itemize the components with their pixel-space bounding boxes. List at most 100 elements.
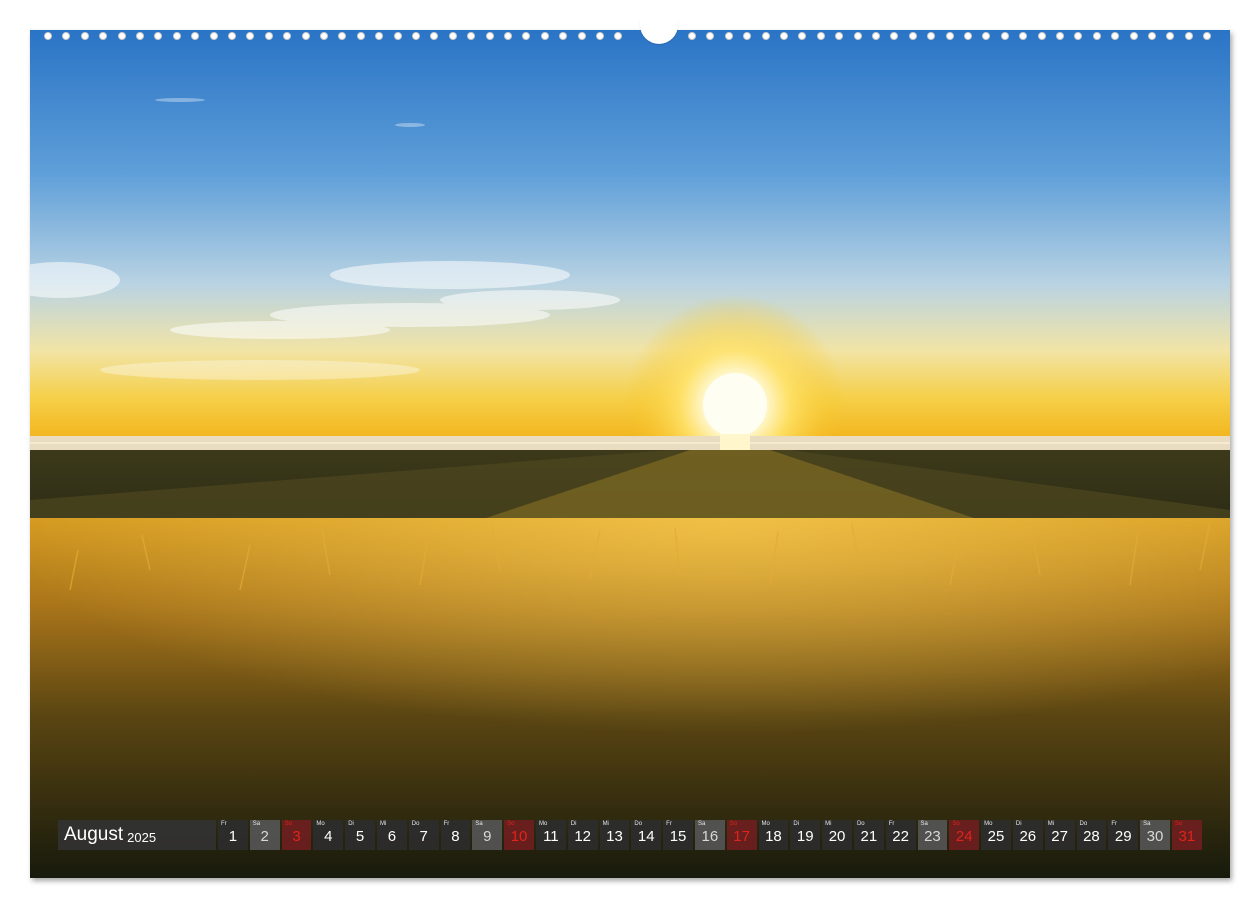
weekday-label: Fr: [888, 821, 895, 827]
binding-hole: [412, 32, 420, 40]
binding-hole: [393, 32, 402, 40]
binding-hole: [283, 32, 292, 40]
day-cell: So 10: [504, 820, 534, 850]
day-cell: Sa 16: [694, 820, 725, 850]
weekday-label: Mi: [379, 821, 387, 827]
binding-hole: [467, 32, 476, 40]
day-cell: So 24: [949, 820, 980, 850]
day-cell: Do 21: [853, 820, 884, 850]
weekday-label: Sa: [252, 821, 261, 827]
binding-hole: [1092, 32, 1101, 40]
day-cell: So 31: [1171, 820, 1202, 850]
month-label: August 2025: [58, 820, 216, 850]
spiral-binding: [30, 20, 1230, 46]
day-number: 11: [543, 828, 559, 845]
binding-hole: [706, 32, 715, 40]
binding-hole: [246, 32, 255, 40]
binding-hole: [117, 32, 126, 40]
day-number: 3: [292, 828, 301, 845]
day-number: 16: [701, 828, 719, 845]
day-number: 20: [828, 828, 846, 845]
weekday-label: Sa: [920, 821, 928, 827]
day-cell: Fr 15: [663, 820, 693, 850]
binding-hole: [798, 32, 807, 40]
binding-hole: [191, 32, 200, 40]
year: 2025: [127, 829, 157, 845]
day-number: 26: [1019, 828, 1037, 845]
binding-hole: [320, 32, 328, 40]
binding-hole: [908, 32, 917, 40]
day-number: 6: [387, 828, 397, 845]
binding-hole: [99, 32, 108, 40]
day-number: 12: [574, 828, 591, 845]
day-number: 17: [733, 828, 750, 845]
binding-hole: [1166, 32, 1175, 40]
day-number: 2: [260, 828, 269, 845]
binding-hole: [1019, 32, 1028, 40]
day-number: 14: [637, 828, 655, 845]
day-cell: Di 5: [345, 820, 375, 850]
weekday-label: Mo: [984, 821, 993, 827]
day-cell: Sa 9: [472, 820, 503, 850]
day-cell: Mo 11: [535, 820, 566, 850]
binding-hole: [780, 32, 788, 40]
day-number: 8: [451, 828, 460, 845]
binding-hole: [1148, 32, 1156, 40]
weekday-label: Fr: [666, 821, 672, 827]
weekday-label: Fr: [221, 821, 227, 827]
binding-hole: [356, 32, 365, 40]
weekday-label: Do: [856, 821, 865, 827]
binding-hole: [62, 32, 71, 40]
day-number: 18: [765, 828, 782, 845]
sunset-landscape-image: [30, 30, 1230, 878]
day-number: 27: [1051, 828, 1068, 845]
day-number: 28: [1083, 828, 1100, 845]
binding-hole: [688, 32, 696, 40]
day-number: 23: [924, 828, 941, 845]
weekday-label: Sa: [1143, 821, 1151, 827]
day-cell: Sa 2: [249, 820, 280, 850]
binding-hole: [154, 32, 163, 40]
day-cell: Fr 1: [218, 820, 248, 850]
day-cell: Mi 6: [376, 820, 407, 850]
binding-hole: [172, 32, 181, 40]
day-cell: Mi 20: [822, 820, 852, 850]
binding-hole: [816, 32, 825, 40]
day-cell: Sa 30: [1140, 820, 1170, 850]
day-number: 31: [1178, 828, 1196, 845]
binding-hole: [872, 32, 880, 40]
binding-hole: [375, 32, 384, 40]
day-number: 30: [1146, 828, 1164, 845]
binding-hole: [228, 32, 236, 40]
day-number: 10: [510, 828, 528, 845]
weekday-label: Mo: [538, 821, 548, 827]
day-number: 29: [1114, 828, 1132, 845]
calendar-photo: [30, 30, 1230, 878]
weekday-label: Mo: [761, 821, 770, 827]
binding-hole: [1129, 32, 1138, 40]
binding-hole: [209, 32, 218, 40]
day-cell: Di 12: [567, 820, 598, 850]
hanger-notch: [640, 20, 678, 44]
weekday-label: So: [952, 821, 960, 827]
day-cell: Do 7: [408, 820, 439, 850]
weekday-label: So: [507, 821, 515, 827]
binding-hole: [1056, 32, 1064, 40]
day-cell: Fr 29: [1108, 820, 1139, 850]
weekday-label: Do: [411, 821, 420, 827]
weekday-label: So: [1174, 821, 1183, 827]
day-number: 15: [669, 828, 687, 845]
binding-hole: [724, 32, 733, 40]
day-cell: Mi 13: [599, 820, 630, 850]
day-cell: So 3: [281, 820, 312, 850]
day-cell: Fr 8: [440, 820, 471, 850]
binding-hole: [485, 32, 494, 40]
weekday-label: Di: [348, 821, 354, 827]
binding-hole: [743, 32, 752, 40]
calendar-strip: August 2025 Fr 1 Sa 2 So 3 Mo 4 Di 5 Mi 6 Do 7 Fr 8 Sa 9 S…: [58, 820, 1202, 850]
binding-hole: [1074, 32, 1083, 40]
binding-hole: [982, 32, 991, 40]
day-cell: Sa 23: [917, 820, 948, 850]
weekday-label: Mo: [316, 821, 325, 827]
binding-hole: [945, 32, 954, 40]
